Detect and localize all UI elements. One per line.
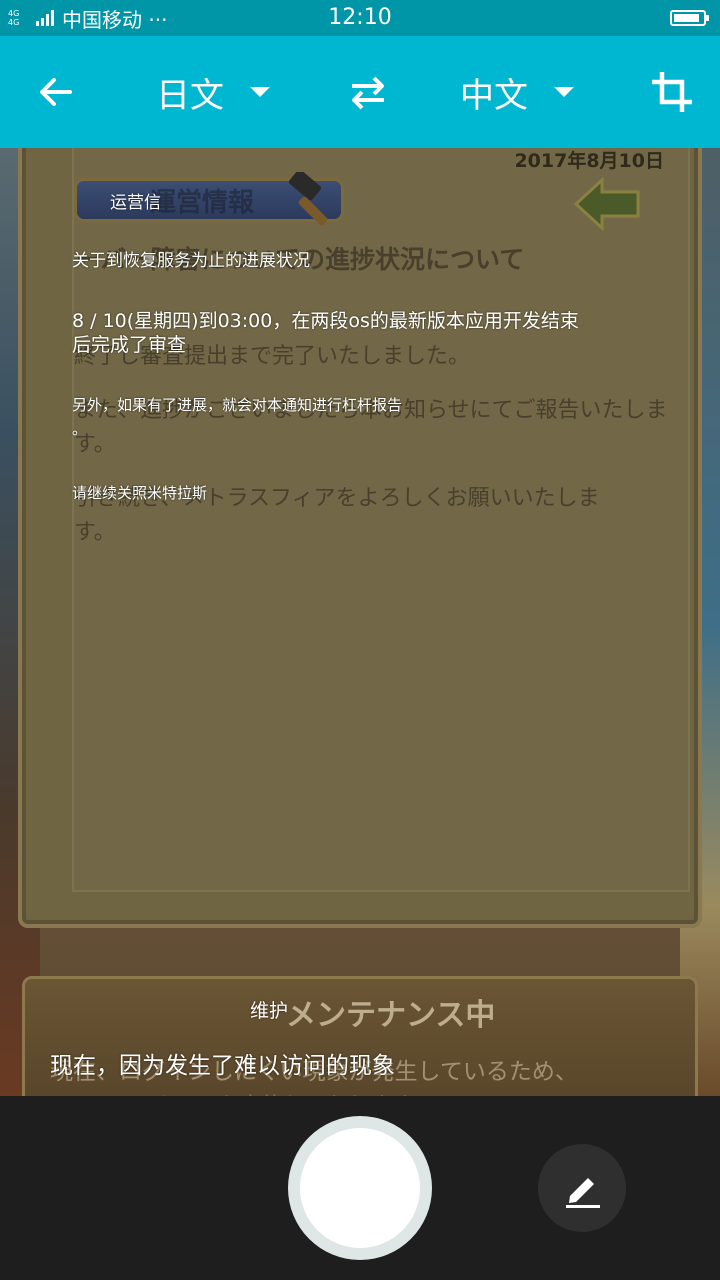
- dropdown-caret-icon: [554, 87, 574, 97]
- maintenance-line2-jp: メンテナンスを実施しております: [86, 1088, 414, 1096]
- translation-title: 关于到恢复服务为止的进展状况: [72, 251, 310, 271]
- translation-para2-line2: 。: [72, 420, 88, 438]
- translation-para1-line1: 8 / 10(星期四)到03:00，在两段os的最新版本应用开发结束: [72, 310, 579, 332]
- translation-para1-line2: 后完成了审查: [72, 334, 187, 356]
- translation-maintenance-line: 现在，因为发生了难以访问的现象: [50, 1053, 395, 1079]
- notice-date: 2017年8月10日: [514, 150, 664, 172]
- hammer-icon: [288, 172, 328, 226]
- crop-icon[interactable]: [644, 64, 700, 120]
- source-language-label: 日文: [156, 75, 224, 116]
- camera-controls: [0, 1096, 720, 1280]
- back-arrow-icon[interactable]: [28, 64, 84, 120]
- edit-icon: [566, 1178, 600, 1208]
- dropdown-caret-icon: [250, 87, 270, 97]
- translation-para3: 请继续关照米特拉斯: [72, 484, 208, 502]
- target-language-selector[interactable]: 中文: [460, 64, 574, 120]
- translation-para2-line1: 另外，如果有了进展，就会对本通知进行杠杆报告: [72, 396, 403, 414]
- info-badge-text: 運営情報: [150, 188, 255, 218]
- clock: 12:10: [328, 5, 392, 30]
- edit-button[interactable]: [538, 1144, 626, 1232]
- swap-icon[interactable]: [340, 64, 396, 120]
- maintenance-title-jp: メンテナンス中: [286, 998, 496, 1033]
- source-language-selector[interactable]: 日文: [156, 64, 270, 120]
- translation-maintenance-title: 维护: [250, 1000, 289, 1022]
- translate-toolbar: 日文 中文: [0, 36, 720, 148]
- green-back-arrow-icon: [573, 176, 640, 232]
- jp-line-3b: す。: [74, 520, 116, 545]
- translation-badge: 运营信: [110, 193, 161, 213]
- shutter-button[interactable]: [288, 1116, 432, 1260]
- battery-icon: [670, 10, 709, 26]
- status-bar: 4G 4G 中国移动 ··· 12:10: [0, 0, 720, 36]
- target-language-label: 中文: [460, 75, 528, 116]
- camera-preview[interactable]: 2017年8月10日 運営情報 ーバー障害についての進捗状況について 終了し審査…: [0, 148, 720, 1096]
